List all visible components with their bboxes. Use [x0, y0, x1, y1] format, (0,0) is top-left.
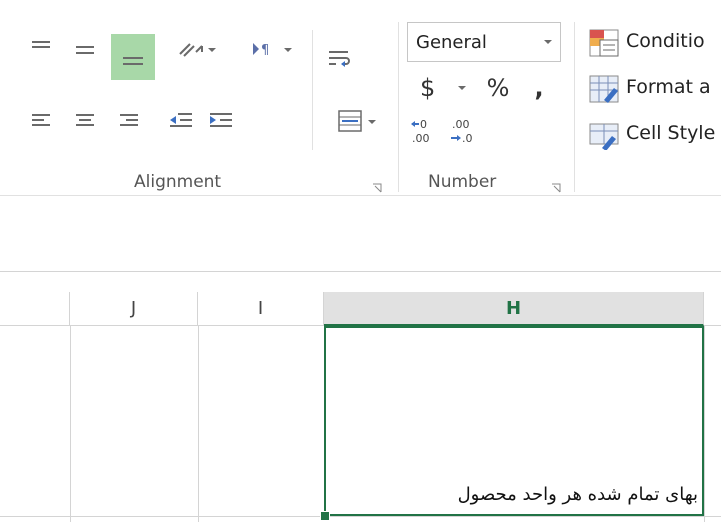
- column-header-label: I: [257, 298, 264, 319]
- merge-center-button[interactable]: [322, 104, 378, 138]
- increase-indent-button[interactable]: [204, 106, 238, 136]
- formula-bar-border: [0, 271, 721, 272]
- percent-symbol: %: [486, 74, 510, 102]
- active-cell-text: بهای تمام شده هر واحد محصول: [457, 484, 698, 505]
- accounting-dropdown-icon: [458, 86, 466, 90]
- column-header-g[interactable]: [704, 292, 721, 326]
- text-direction-icon: ¶: [253, 43, 269, 58]
- svg-text:.00: .00: [452, 118, 470, 131]
- alignment-number-separator: [398, 22, 399, 192]
- format-as-table-label: Format a: [626, 76, 711, 98]
- decrease-indent-icon: [170, 113, 192, 127]
- wrap-text-icon: [329, 51, 350, 67]
- cell-styles-button[interactable]: Cell Style: [584, 118, 721, 152]
- align-right-button[interactable]: [114, 106, 144, 136]
- decrease-indent-button[interactable]: [164, 106, 198, 136]
- bottom-align-button[interactable]: [111, 34, 155, 80]
- increase-decimal-button[interactable]: 0.00: [408, 114, 442, 148]
- align-center-button[interactable]: [70, 106, 100, 136]
- decrease-decimal-icon: .00.0: [451, 118, 473, 145]
- alignment-group-label: Alignment: [134, 172, 222, 192]
- ribbon: ¶ Alignment General $ % , 0 .00 .00 .0 N…: [0, 0, 721, 196]
- alignment-inner-separator: [312, 30, 313, 150]
- column-header-label: J: [130, 298, 137, 319]
- column-header-h[interactable]: H: [324, 292, 704, 326]
- gridline: [70, 326, 71, 522]
- conditional-formatting-button[interactable]: Conditio: [584, 26, 721, 60]
- merge-center-icon: [338, 110, 362, 132]
- number-group-label: Number: [428, 172, 497, 192]
- align-center-icon: [76, 114, 94, 126]
- svg-text:¶: ¶: [261, 43, 269, 58]
- cell-styles-label: Cell Style: [626, 122, 716, 144]
- formula-bar-area: [0, 196, 721, 272]
- gridline: [198, 326, 199, 522]
- orientation-button[interactable]: [166, 34, 216, 64]
- top-align-button[interactable]: [26, 34, 56, 60]
- column-header-label: H: [505, 298, 522, 319]
- middle-align-button[interactable]: [70, 34, 100, 64]
- number-dialog-launcher[interactable]: [551, 179, 562, 193]
- format-as-table-button[interactable]: Format a: [584, 72, 721, 106]
- top-align-icon: [32, 41, 50, 48]
- gridline: [704, 326, 705, 522]
- cell-styles-icon: [589, 123, 619, 150]
- align-left-icon: [32, 114, 50, 126]
- comma-style-button[interactable]: ,: [526, 72, 552, 104]
- dialog-launcher-icon: [552, 183, 561, 193]
- number-format-dropdown-icon: [544, 40, 552, 44]
- column-header-j[interactable]: J: [70, 292, 198, 326]
- decrease-decimal-button[interactable]: .00.0: [446, 114, 480, 148]
- increase-indent-icon: [210, 113, 232, 127]
- align-left-button[interactable]: [26, 106, 56, 136]
- dialog-launcher-icon: [373, 183, 382, 193]
- svg-text:.00: .00: [412, 132, 430, 145]
- column-header-i[interactable]: I: [198, 292, 324, 326]
- middle-align-icon: [76, 46, 94, 54]
- align-right-icon: [120, 114, 138, 126]
- fill-handle[interactable]: [320, 511, 330, 521]
- merge-center-dropdown-icon: [368, 120, 376, 124]
- gridline: [0, 516, 721, 517]
- number-format-value: General: [416, 32, 487, 53]
- wrap-text-button[interactable]: [322, 44, 356, 78]
- alignment-dialog-launcher[interactable]: [372, 179, 383, 193]
- percent-style-button[interactable]: %: [478, 72, 518, 104]
- increase-decimal-icon: 0.00: [411, 118, 430, 145]
- svg-text:.0: .0: [462, 132, 473, 145]
- orientation-icon: [179, 43, 203, 57]
- format-as-table-icon: [589, 75, 619, 103]
- comma-symbol: ,: [534, 74, 544, 102]
- orientation-dropdown-icon: [208, 48, 216, 52]
- text-direction-dropdown-icon: [284, 48, 292, 52]
- conditional-formatting-icon: [589, 29, 619, 57]
- svg-text:0: 0: [420, 118, 427, 131]
- column-header-k[interactable]: [0, 292, 70, 326]
- accounting-symbol: $: [420, 74, 436, 102]
- number-format-dropdown[interactable]: General: [407, 22, 561, 62]
- bottom-align-icon: [123, 57, 143, 65]
- number-styles-separator: [574, 22, 575, 192]
- text-direction-button[interactable]: ¶: [236, 34, 296, 64]
- conditional-formatting-label: Conditio: [626, 30, 705, 52]
- accounting-format-button[interactable]: $: [414, 72, 470, 104]
